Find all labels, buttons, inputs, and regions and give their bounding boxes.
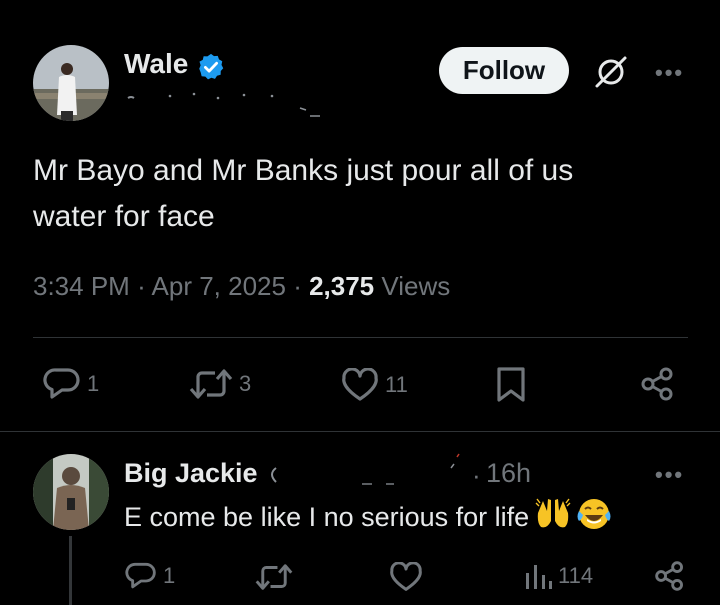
reply-icon <box>125 562 156 589</box>
analytics-icon <box>526 565 552 589</box>
verified-badge-icon <box>196 52 226 87</box>
reply-repost-icon[interactable] <box>255 562 293 597</box>
reply-views-count: 114 <box>558 563 594 588</box>
redacted-handle <box>271 453 460 485</box>
laughing-crying-emoji-icon <box>577 497 611 538</box>
raising-hands-emoji-icon <box>535 497 571 538</box>
grok-icon[interactable] <box>593 54 629 95</box>
repost-icon <box>189 369 233 399</box>
bookmark-icon[interactable] <box>495 366 527 409</box>
reply-time[interactable]: 16h <box>486 458 531 489</box>
tweet-date[interactable]: Apr 7, 2025 <box>152 271 286 301</box>
reply-reply-button[interactable]: 1 <box>125 561 175 591</box>
reply-author-name[interactable]: Big Jackie <box>124 458 258 489</box>
tweet-meta: 3:34 PM · Apr 7, 2025 · 2,375 Views <box>33 271 450 302</box>
tweet-text-line: Mr Bayo and Mr Banks just pour all of us <box>33 154 574 187</box>
reply-button[interactable]: 1 <box>43 366 99 402</box>
tweet-text: Mr Bayo and Mr Banks just pour all of us… <box>33 148 673 240</box>
author-name[interactable]: Wale <box>124 48 188 80</box>
author-avatar[interactable] <box>33 45 109 121</box>
reply-text-content: E come be like I no serious for life <box>124 502 530 532</box>
tweet-text-line: water for face <box>33 200 215 233</box>
follow-button[interactable]: Follow <box>439 47 569 94</box>
like-button[interactable]: 11 <box>341 368 408 402</box>
tweet-time[interactable]: 3:34 PM <box>33 271 130 301</box>
reply-text: E come be like I no serious for life <box>124 497 611 538</box>
thread-line <box>69 536 72 605</box>
redacted-handle <box>127 92 320 117</box>
repost-count: 3 <box>239 371 252 396</box>
more-options-icon[interactable]: ••• <box>655 60 684 86</box>
share-icon[interactable] <box>640 366 676 407</box>
reply-author-avatar[interactable] <box>33 454 109 530</box>
views-count: 2,375 <box>309 271 375 301</box>
reply-heart-icon[interactable] <box>389 561 423 597</box>
reply-more-options-icon[interactable]: ••• <box>655 462 684 488</box>
meta-separator: · <box>293 271 310 301</box>
divider <box>33 337 688 338</box>
reply-share-icon[interactable] <box>654 560 686 597</box>
reply-icon <box>43 368 80 399</box>
meta-separator: · <box>137 271 152 301</box>
like-count: 11 <box>385 372 408 397</box>
reply-separator: · <box>472 460 481 490</box>
reply-reply-count: 1 <box>163 563 176 588</box>
divider <box>0 431 720 432</box>
heart-icon <box>342 368 378 401</box>
reply-views-button[interactable]: 114 <box>524 561 593 591</box>
repost-button[interactable]: 3 <box>189 367 251 401</box>
reply-count: 1 <box>87 371 100 396</box>
views-label: Views <box>381 271 451 301</box>
